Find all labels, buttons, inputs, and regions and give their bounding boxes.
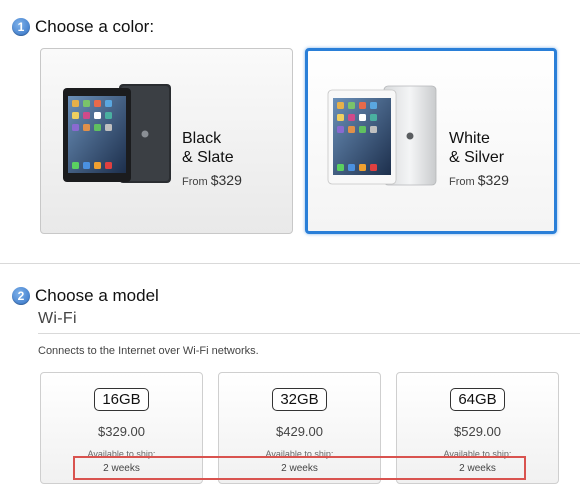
- model-price: $429.00: [276, 424, 323, 439]
- capacity-label: 32GB: [272, 388, 327, 411]
- wifi-section-description: Connects to the Internet over Wi-Fi netw…: [38, 345, 259, 357]
- ipad-black-image: [63, 84, 171, 183]
- color-price-row: From $329: [449, 172, 509, 188]
- step-2-title: Choose a model: [35, 286, 159, 305]
- from-label: From: [182, 176, 208, 188]
- model-price: $529.00: [454, 424, 501, 439]
- capacity-label: 16GB: [94, 388, 149, 411]
- wifi-section-label: Wi-Fi: [38, 310, 77, 327]
- from-label: From: [449, 176, 475, 188]
- step-2-number-badge: 2: [12, 287, 30, 305]
- color-option-text: Black & Slate From $329: [182, 129, 242, 188]
- color-option-text: White & Silver From $329: [449, 129, 509, 188]
- color-option-white-silver[interactable]: White & Silver From $329: [305, 48, 557, 234]
- color-name: White & Silver: [449, 130, 505, 166]
- step-2-heading: 2 Choose a model: [12, 286, 159, 306]
- step-1-heading: 1 Choose a color:: [12, 17, 154, 37]
- model-price: $329.00: [98, 424, 145, 439]
- color-price: $329: [477, 172, 509, 188]
- color-option-black-slate[interactable]: Black & Slate From $329: [40, 48, 293, 234]
- ipad-white-image: [327, 85, 437, 186]
- step-1-title: Choose a color:: [35, 17, 155, 36]
- color-name: Black & Slate: [182, 130, 234, 166]
- step-1-number-badge: 1: [12, 18, 30, 36]
- wifi-section-rule: [38, 333, 580, 334]
- color-price: $329: [210, 172, 242, 188]
- capacity-label: 64GB: [450, 388, 505, 411]
- section-divider: [0, 263, 580, 264]
- color-price-row: From $329: [182, 172, 242, 188]
- ship-time-highlight-annotation: [73, 456, 526, 480]
